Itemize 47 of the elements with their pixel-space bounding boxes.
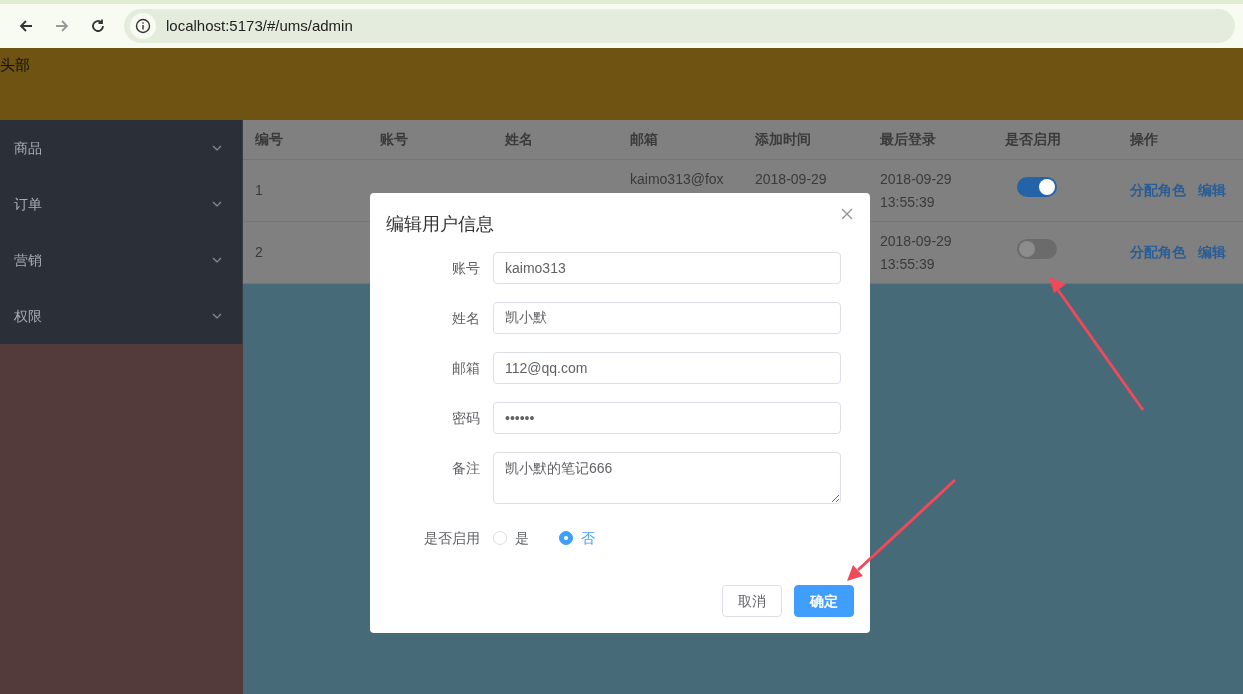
field-label: 备注 bbox=[451, 459, 481, 478]
chevron-down-icon bbox=[212, 201, 222, 207]
column-header: 添加时间 bbox=[754, 130, 812, 149]
table-cell-text: 1 bbox=[254, 181, 264, 200]
column-header: 编号 bbox=[254, 130, 284, 149]
table-cell-text: 2018-09-29 13:55:39 bbox=[879, 169, 953, 212]
input-field[interactable]: 112@qq.com bbox=[493, 352, 841, 384]
column-header: 邮箱 bbox=[629, 130, 659, 149]
close-button[interactable] bbox=[840, 207, 854, 221]
sidebar-menu-item[interactable]: 权限 bbox=[0, 288, 242, 344]
back-icon bbox=[18, 18, 34, 34]
sidebar-menu-item[interactable]: 订单 bbox=[0, 176, 242, 232]
address-bar[interactable]: localhost:5173/#/ums/admin bbox=[124, 9, 1235, 43]
input-field[interactable]: 凯小默 bbox=[493, 302, 841, 334]
reload-icon bbox=[90, 18, 106, 34]
chevron-down-icon bbox=[212, 145, 222, 151]
table-cell-text: 2 bbox=[254, 243, 264, 262]
table-cell-text: kaimo313@fox bbox=[629, 170, 725, 189]
toggle-switch[interactable] bbox=[1017, 177, 1057, 197]
field-label: 邮箱 bbox=[451, 359, 481, 378]
url-text: localhost:5173/#/ums/admin bbox=[166, 15, 353, 36]
sidebar-menu-item[interactable]: 商品 bbox=[0, 120, 242, 176]
toggle-switch[interactable] bbox=[1017, 239, 1057, 259]
cancel-button[interactable]: 取消 bbox=[722, 585, 782, 617]
column-header: 是否启用 bbox=[1004, 130, 1062, 149]
column-header: 账号 bbox=[379, 130, 409, 149]
header-title: 头部 bbox=[0, 55, 30, 75]
table-cell-text: 2018-09-29 13:55:39 bbox=[879, 231, 953, 274]
column-header: 姓名 bbox=[504, 130, 534, 149]
chevron-down-icon bbox=[212, 257, 222, 263]
column-header: 操作 bbox=[1129, 130, 1159, 149]
forward-icon bbox=[54, 18, 70, 34]
field-label: 姓名 bbox=[451, 309, 481, 328]
field-label: 密码 bbox=[451, 409, 481, 428]
sidebar-menu-item[interactable]: 营销 bbox=[0, 232, 242, 288]
close-icon bbox=[840, 207, 854, 221]
chevron-down-icon bbox=[212, 313, 222, 319]
column-header: 最后登录 bbox=[879, 130, 937, 149]
field-label: 是否启用 bbox=[423, 529, 481, 548]
input-field[interactable]: kaimo313 bbox=[493, 252, 841, 284]
textarea-field[interactable]: 凯小默的笔记666 bbox=[493, 452, 841, 504]
radio-option[interactable]: 是 bbox=[493, 527, 529, 549]
dialog-title: 编辑用户信息 bbox=[386, 213, 494, 236]
field-label: 账号 bbox=[451, 259, 481, 278]
password-field[interactable]: •••••• bbox=[493, 402, 841, 434]
table-cell-text: 2018-09-29 bbox=[754, 170, 828, 189]
info-icon bbox=[135, 18, 151, 34]
